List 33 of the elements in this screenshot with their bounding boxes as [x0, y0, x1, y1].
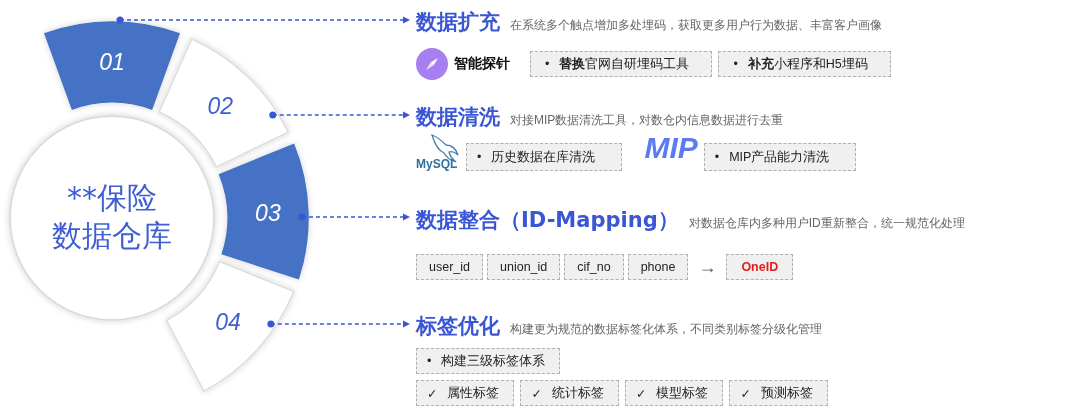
id-chip: union_id — [487, 254, 561, 280]
id-chip: cif_no — [564, 254, 624, 280]
feature-tag: ✓ 模型标签 — [624, 380, 724, 406]
feature-tag: ✓ 统计标签 — [520, 380, 619, 406]
segment-number: 04 — [215, 309, 241, 336]
id-chip: user_id — [416, 254, 483, 280]
feature-tag: • MIP产品能力清洗 — [703, 143, 857, 171]
result-chip: OneID — [726, 254, 794, 280]
section-title: 数据整合（ID-Mapping） — [416, 207, 679, 234]
feature-tag: • 补充小程序和H5埋码 — [718, 51, 891, 77]
section-description: 对接MIP数据清洗工具，对数仓内信息数据进行去重 — [510, 112, 784, 129]
feature-tag: • 构建三级标签体系 — [416, 348, 561, 374]
hub-title: **保险 — [67, 180, 157, 215]
feature-tag: • 历史数据在库清洗 — [466, 143, 623, 171]
section-description: 构建更为规范的数据标签化体系，不同类别标签分级化管理 — [510, 321, 822, 338]
feature-tag: ✓ 预测标签 — [729, 380, 828, 406]
compass-icon — [416, 48, 448, 80]
section-title: 数据扩充 — [416, 9, 500, 36]
id-chip: phone — [627, 254, 689, 280]
brand-name: 智能探针 — [454, 55, 510, 73]
feature-tag: ✓ 属性标签 — [416, 380, 515, 406]
segment-number: 02 — [207, 92, 234, 119]
section-description: 在系统多个触点增加多处埋码，获取更多用户行为数据、丰富客户画像 — [510, 17, 882, 34]
segment-number: 01 — [99, 49, 125, 75]
section-description: 对数据仓库内多种用户ID重新整合，统一规范化处理 — [688, 215, 965, 232]
feature-tag: • 替换官网自研埋码工具 — [530, 51, 713, 77]
mip-logo: MIP — [644, 133, 698, 163]
section-title: 标签优化 — [416, 313, 500, 340]
hub-title: 数据仓库 — [52, 218, 172, 253]
mysql-logo: MySQL — [416, 157, 458, 171]
arrow-sign: → — [698, 256, 717, 278]
segment-number: 03 — [255, 199, 281, 226]
section-title: 数据清洗 — [416, 104, 500, 131]
